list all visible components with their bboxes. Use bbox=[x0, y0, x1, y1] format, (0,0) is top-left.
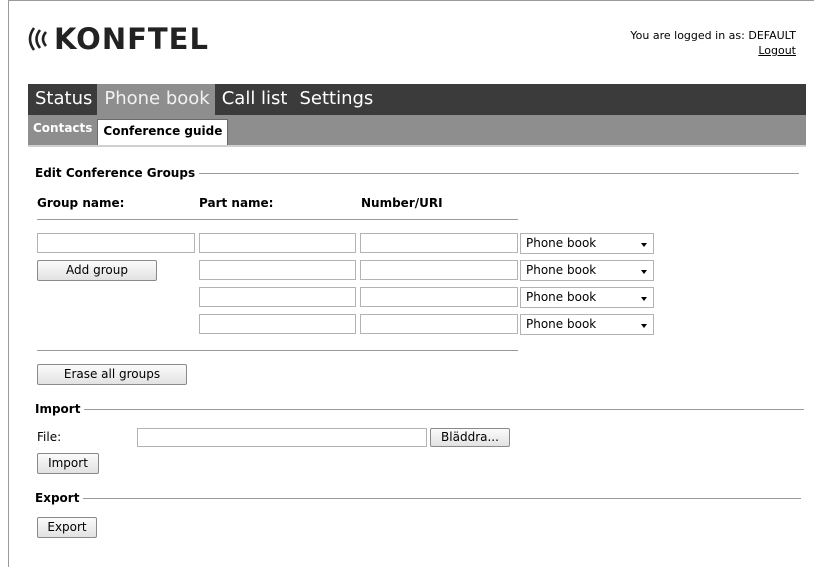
file-label: File: bbox=[37, 430, 62, 444]
number-input-3[interactable] bbox=[360, 287, 518, 307]
dropdown-arrow-icon bbox=[641, 297, 647, 301]
section-divider bbox=[84, 408, 805, 410]
nav-status[interactable]: Status bbox=[28, 84, 97, 115]
header-divider bbox=[37, 219, 518, 220]
part-name-input-3[interactable] bbox=[199, 287, 356, 307]
part-name-input-1[interactable] bbox=[199, 233, 356, 253]
export-button[interactable]: Export bbox=[37, 517, 97, 538]
nav-call-list[interactable]: Call list bbox=[215, 84, 293, 115]
sound-waves-icon bbox=[24, 26, 52, 52]
dropdown-arrow-icon bbox=[641, 270, 647, 274]
col-part-name: Part name: bbox=[199, 196, 274, 210]
select-value: Phone book bbox=[526, 317, 597, 331]
source-select-4[interactable]: Phone book bbox=[520, 314, 654, 335]
section-title: Export bbox=[35, 491, 80, 505]
part-name-input-2[interactable] bbox=[199, 260, 356, 280]
number-input-4[interactable] bbox=[360, 314, 518, 334]
section-divider bbox=[199, 172, 800, 174]
konftel-logo: KONFTEL bbox=[24, 22, 209, 56]
source-select-1[interactable]: Phone book bbox=[520, 233, 654, 254]
tab-contacts[interactable]: Contacts bbox=[28, 118, 97, 140]
sub-nav: Contacts Conference guide bbox=[28, 115, 806, 145]
source-select-3[interactable]: Phone book bbox=[520, 287, 654, 308]
number-input-2[interactable] bbox=[360, 260, 518, 280]
browse-button[interactable]: Bläddra... bbox=[430, 428, 510, 447]
login-text: You are logged in as: DEFAULT bbox=[630, 29, 796, 42]
select-value: Phone book bbox=[526, 290, 597, 304]
brand-name: KONFTEL bbox=[54, 22, 209, 56]
section-import: Import bbox=[35, 402, 805, 416]
rows-divider bbox=[37, 350, 518, 351]
select-value: Phone book bbox=[526, 236, 597, 250]
add-group-button[interactable]: Add group bbox=[37, 260, 157, 281]
source-select-2[interactable]: Phone book bbox=[520, 260, 654, 281]
col-number-uri: Number/URI bbox=[361, 196, 443, 210]
col-group-name: Group name: bbox=[37, 196, 125, 210]
select-value: Phone book bbox=[526, 263, 597, 277]
erase-all-groups-button[interactable]: Erase all groups bbox=[37, 364, 187, 385]
tab-conference-guide[interactable]: Conference guide bbox=[97, 119, 229, 145]
dropdown-arrow-icon bbox=[641, 324, 647, 328]
section-export: Export bbox=[35, 491, 802, 505]
nav-phone-book[interactable]: Phone book bbox=[97, 84, 215, 115]
part-name-input-4[interactable] bbox=[199, 314, 356, 334]
file-input[interactable] bbox=[137, 428, 427, 447]
subnav-divider bbox=[28, 145, 806, 147]
nav-settings[interactable]: Settings bbox=[292, 84, 378, 115]
login-status: You are logged in as: DEFAULT Logout bbox=[630, 28, 796, 58]
logout-link[interactable]: Logout bbox=[758, 44, 796, 57]
dropdown-arrow-icon bbox=[641, 243, 647, 247]
section-title: Import bbox=[35, 402, 81, 416]
import-button[interactable]: Import bbox=[37, 453, 99, 474]
section-divider bbox=[83, 497, 802, 499]
main-nav: Status Phone book Call list Settings bbox=[28, 84, 806, 115]
section-edit-groups: Edit Conference Groups bbox=[35, 166, 800, 180]
group-name-input[interactable] bbox=[37, 233, 195, 253]
number-input-1[interactable] bbox=[360, 233, 518, 253]
section-title: Edit Conference Groups bbox=[35, 166, 196, 180]
